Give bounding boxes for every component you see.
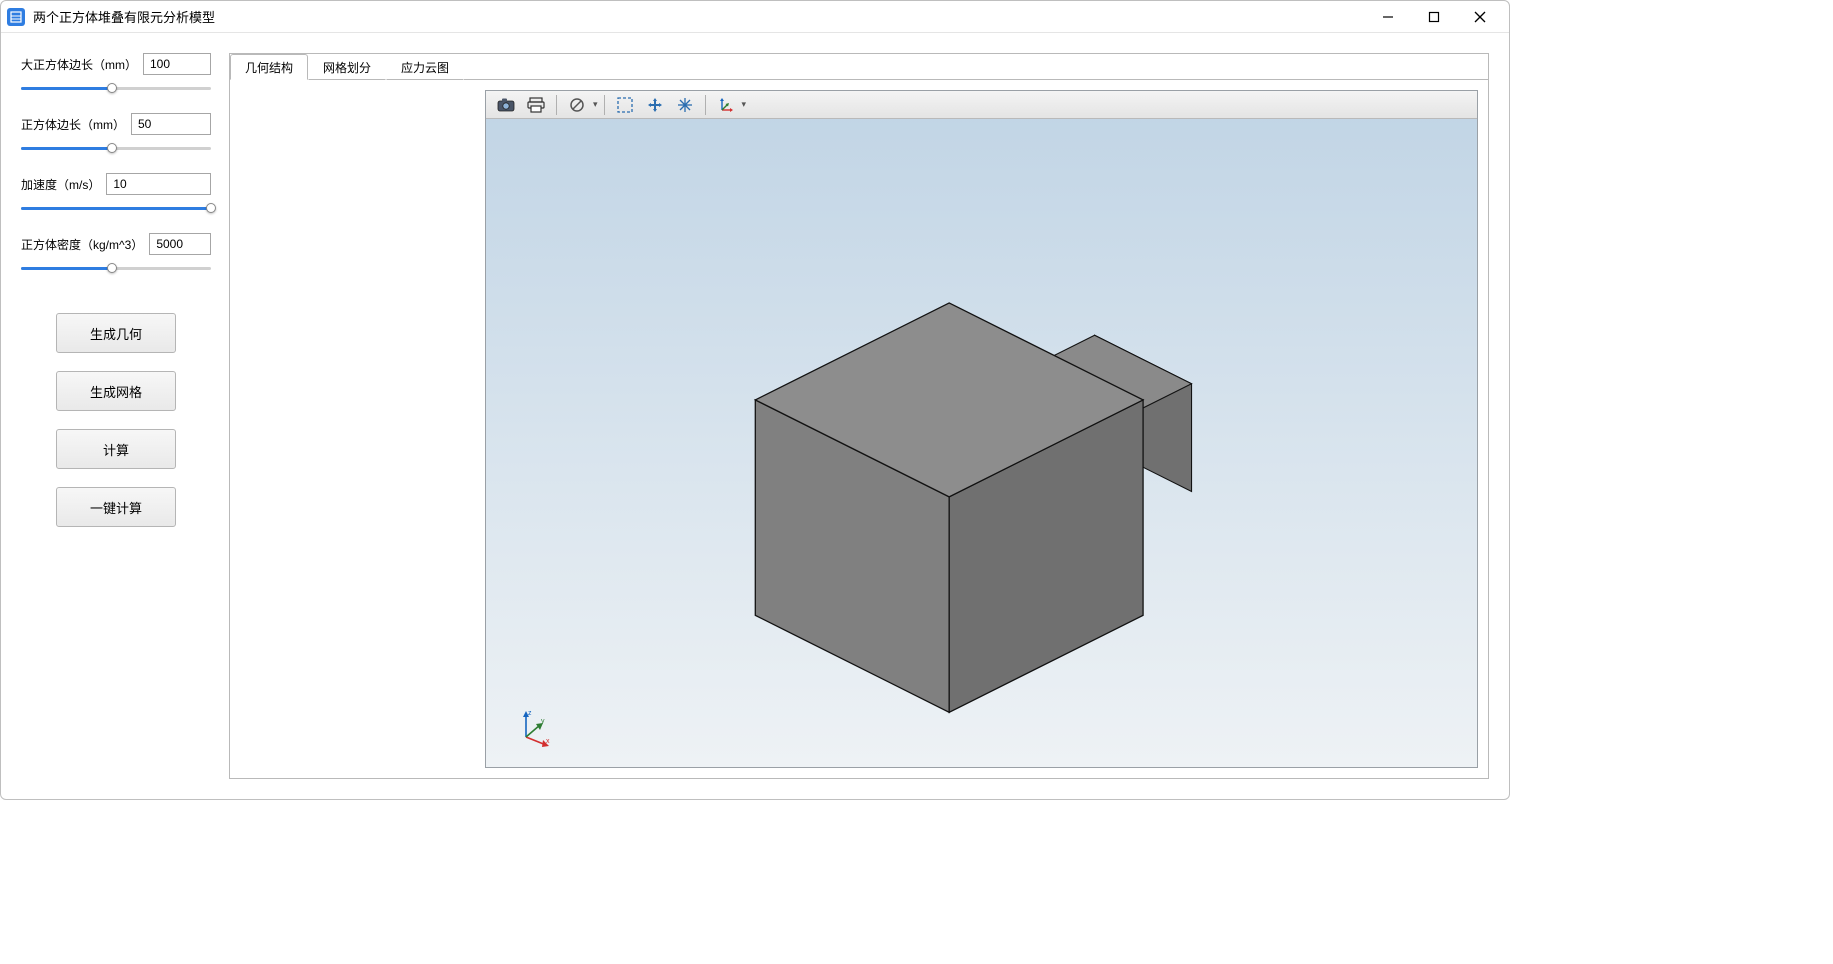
- compute-button[interactable]: 计算: [56, 429, 176, 469]
- svg-text:x: x: [546, 738, 550, 745]
- maximize-button[interactable]: [1411, 2, 1457, 32]
- orientation-triad: z x y: [516, 707, 556, 747]
- app-icon: [7, 8, 25, 26]
- param-label: 正方体密度（kg/m^3）: [21, 236, 143, 253]
- param-label: 大正方体边长（mm）: [21, 56, 137, 73]
- tab-mesh[interactable]: 网格划分: [308, 54, 386, 80]
- minimize-button[interactable]: [1365, 2, 1411, 32]
- big-cube-input[interactable]: [143, 53, 211, 75]
- viewport-3d[interactable]: ▾: [485, 90, 1478, 768]
- app-window: 两个正方体堆叠有限元分析模型 大正方体边长（mm）: [0, 0, 1510, 800]
- fit-icon[interactable]: [671, 93, 699, 117]
- param-accel: 加速度（m/s）: [21, 173, 211, 215]
- chevron-down-icon[interactable]: ▾: [593, 99, 598, 110]
- cube-slider[interactable]: [21, 141, 211, 155]
- viewport-canvas[interactable]: z x y: [486, 119, 1477, 767]
- svg-text:z: z: [528, 710, 532, 717]
- accel-slider[interactable]: [21, 201, 211, 215]
- tab-bar: 几何结构 网格划分 应力云图: [230, 54, 1488, 80]
- window-title: 两个正方体堆叠有限元分析模型: [33, 7, 215, 26]
- geometry-render: [486, 119, 1477, 767]
- big-cube-slider[interactable]: [21, 81, 211, 95]
- one-click-compute-button[interactable]: 一键计算: [56, 487, 176, 527]
- param-label: 正方体边长（mm）: [21, 116, 125, 133]
- orient-icon[interactable]: [712, 93, 740, 117]
- generate-geometry-button[interactable]: 生成几何: [56, 313, 176, 353]
- cube-input[interactable]: [131, 113, 211, 135]
- camera-icon[interactable]: [492, 93, 520, 117]
- param-big-cube: 大正方体边长（mm）: [21, 53, 211, 95]
- chevron-down-icon[interactable]: ▾: [742, 99, 747, 110]
- param-label: 加速度（m/s）: [21, 176, 100, 193]
- density-input[interactable]: [149, 233, 211, 255]
- main-panel: 几何结构 网格划分 应力云图: [229, 53, 1489, 779]
- sidebar: 大正方体边长（mm） 正方体边长（mm） 加速度（m/s）: [21, 53, 211, 779]
- titlebar: 两个正方体堆叠有限元分析模型: [1, 1, 1509, 33]
- zoom-box-icon[interactable]: [611, 93, 639, 117]
- print-icon[interactable]: [522, 93, 550, 117]
- param-density: 正方体密度（kg/m^3）: [21, 233, 211, 275]
- action-buttons: 生成几何 生成网格 计算 一键计算: [21, 313, 211, 527]
- accel-input[interactable]: [106, 173, 211, 195]
- param-cube: 正方体边长（mm）: [21, 113, 211, 155]
- tab-geometry[interactable]: 几何结构: [230, 54, 308, 80]
- viewport-toolbar: ▾: [486, 91, 1477, 119]
- density-slider[interactable]: [21, 261, 211, 275]
- generate-mesh-button[interactable]: 生成网格: [56, 371, 176, 411]
- close-button[interactable]: [1457, 2, 1503, 32]
- reset-icon[interactable]: [563, 93, 591, 117]
- svg-text:y: y: [541, 718, 545, 725]
- tab-stress[interactable]: 应力云图: [386, 54, 464, 80]
- pan-icon[interactable]: [641, 93, 669, 117]
